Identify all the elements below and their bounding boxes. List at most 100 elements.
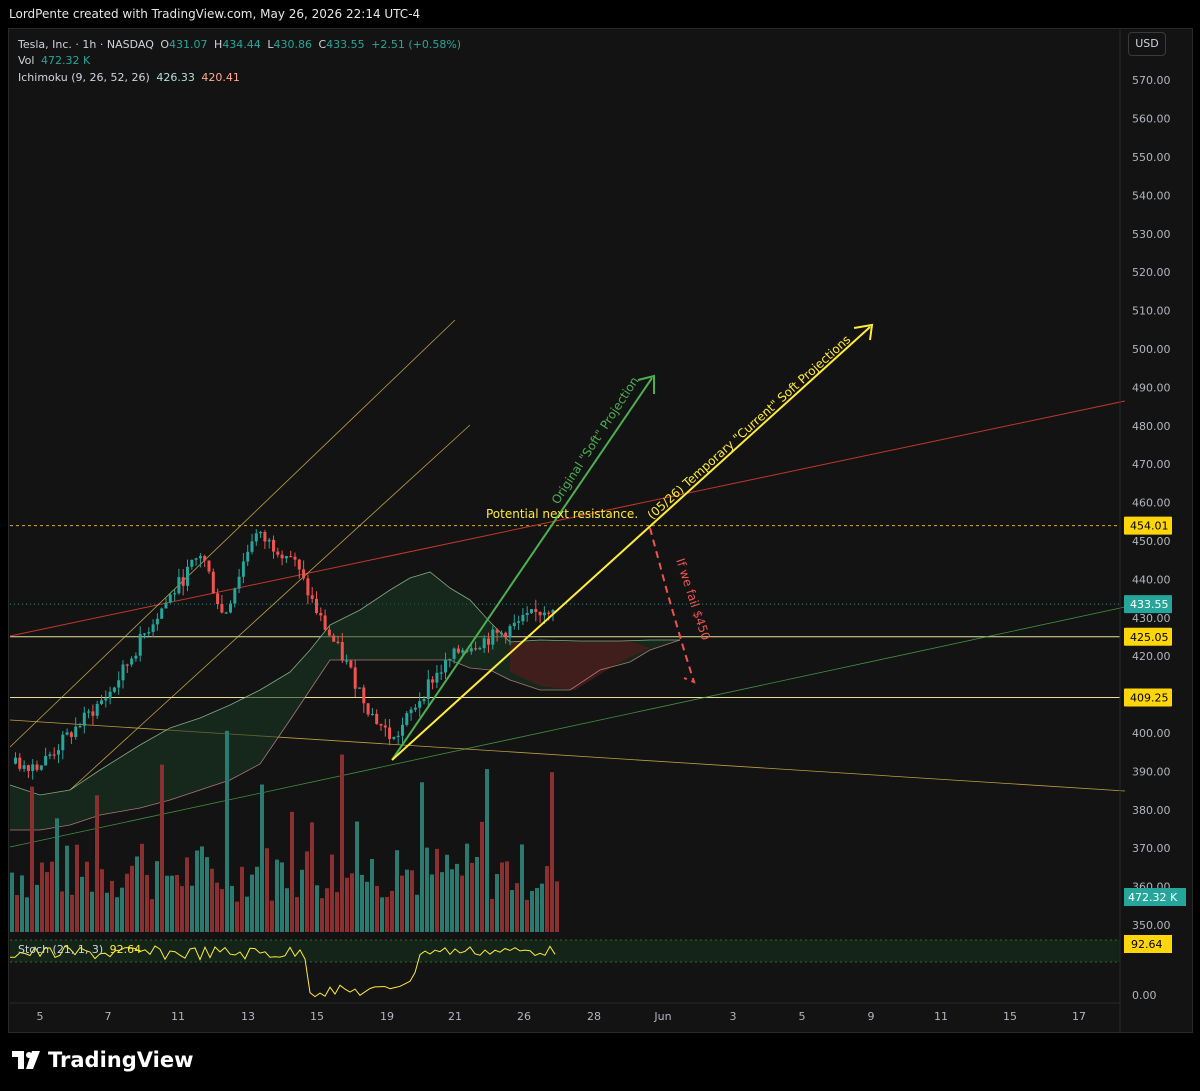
volume-bar	[430, 874, 434, 932]
volume-bar	[395, 850, 399, 932]
time-axis-label: 3	[730, 1010, 737, 1023]
candle-body	[517, 621, 521, 623]
price-axis-label: 510.00	[1132, 305, 1171, 318]
candle-body	[229, 603, 232, 613]
volume-bar	[490, 898, 494, 932]
volume-bar	[245, 896, 249, 932]
candle-body	[525, 613, 529, 615]
candle-body	[95, 703, 99, 716]
price-axis-label: 550.00	[1132, 151, 1171, 164]
price-axis-label: 470.00	[1132, 458, 1171, 471]
time-axis-label: 11	[934, 1010, 948, 1023]
candle-body	[130, 658, 134, 665]
volume-bar	[235, 901, 239, 932]
volume-bar	[375, 885, 379, 932]
candle-body	[143, 633, 146, 635]
candle-body	[18, 757, 22, 769]
candle-body	[444, 659, 447, 673]
tradingview-logo[interactable]: TradingView	[12, 1048, 193, 1072]
candle-body	[323, 615, 327, 630]
candle-body	[413, 707, 417, 710]
candle-body	[259, 532, 263, 534]
volume-bar	[190, 885, 194, 932]
time-axis-label: 15	[1003, 1010, 1017, 1023]
volume-bar	[305, 851, 309, 932]
candle-body	[220, 604, 224, 613]
time-axis-label: 5	[37, 1010, 44, 1023]
candle-body	[293, 556, 297, 560]
price-axis-label: 380.00	[1132, 804, 1171, 817]
volume-bar	[500, 862, 504, 932]
volume-bar	[510, 889, 514, 932]
price-axis-label: 570.00	[1132, 74, 1171, 87]
volume-bar	[415, 894, 419, 932]
volume-bar	[90, 891, 94, 932]
candle-body	[117, 680, 121, 688]
low-value: 430.86	[273, 38, 312, 51]
candle-body	[104, 698, 108, 701]
price-axis-label: 440.00	[1132, 573, 1171, 586]
price-badge-label: 425.05	[1130, 631, 1169, 644]
candle-body	[14, 757, 17, 764]
volume-bar	[140, 843, 144, 932]
candle-body	[401, 724, 404, 736]
tradingview-logo-icon	[12, 1051, 40, 1069]
volume-bar	[270, 900, 274, 932]
candle-body	[547, 612, 551, 614]
volume-bar	[35, 884, 39, 932]
candle-body	[306, 578, 310, 596]
open-label: O	[160, 38, 170, 51]
time-axis-label: 15	[310, 1010, 324, 1023]
candle-body	[35, 764, 39, 770]
candle-body	[112, 687, 116, 692]
price-axis-label: 420.00	[1132, 650, 1171, 663]
stoch-axis-label: 0.00	[1132, 989, 1157, 1002]
volume-bar	[335, 892, 339, 932]
price-axis-label: 560.00	[1132, 113, 1171, 126]
volume-bar	[445, 854, 449, 932]
volume-bar	[320, 898, 324, 932]
volume-bar	[555, 881, 559, 932]
candle-body	[435, 672, 439, 683]
volume-bar	[50, 861, 54, 932]
currency-button[interactable]: USD	[1128, 32, 1166, 56]
price-axis-label: 370.00	[1132, 842, 1171, 855]
price-axis-label: 500.00	[1132, 343, 1171, 356]
candle-body	[461, 650, 465, 653]
volume-legend: Vol 472.32 K	[18, 54, 93, 67]
candle-body	[315, 598, 318, 614]
volume-bar	[310, 822, 314, 932]
candle-body	[508, 626, 512, 638]
volume-bar	[70, 894, 74, 932]
volume-bar	[135, 856, 139, 932]
volume-bar	[400, 875, 404, 932]
candle-body	[272, 539, 275, 552]
volume-bar	[185, 857, 189, 932]
volume-bar	[210, 868, 214, 932]
close-label: C	[318, 38, 327, 51]
volume-bar	[180, 886, 184, 932]
candle-body	[469, 648, 473, 652]
current-projection-label: (05/26) Temporary "Current" Soft Project…	[645, 332, 854, 522]
candle-body	[332, 635, 336, 642]
candle-body	[160, 608, 164, 619]
candle-body	[426, 679, 430, 700]
volume-bar	[385, 897, 389, 932]
original-projection-label: Original "Soft" Projection	[549, 374, 642, 506]
chart-canvas[interactable]: Potential next resistance.Original "Soft…	[0, 0, 1200, 1091]
candle-body	[336, 641, 340, 643]
volume-badge-label: 472.32 K	[1128, 891, 1178, 904]
candle-body	[100, 700, 103, 704]
volume-bar	[200, 846, 204, 932]
volume-bar	[120, 887, 124, 932]
volume-bar	[80, 876, 84, 932]
candle-body	[138, 634, 142, 656]
volume-bar	[545, 866, 549, 932]
volume-bar	[450, 869, 454, 932]
candle-body	[263, 532, 267, 542]
candle-body	[91, 711, 95, 716]
volume-bar	[205, 857, 209, 932]
candle-body	[164, 602, 168, 609]
time-axis-label: 7	[105, 1010, 112, 1023]
candle-body	[491, 629, 495, 645]
